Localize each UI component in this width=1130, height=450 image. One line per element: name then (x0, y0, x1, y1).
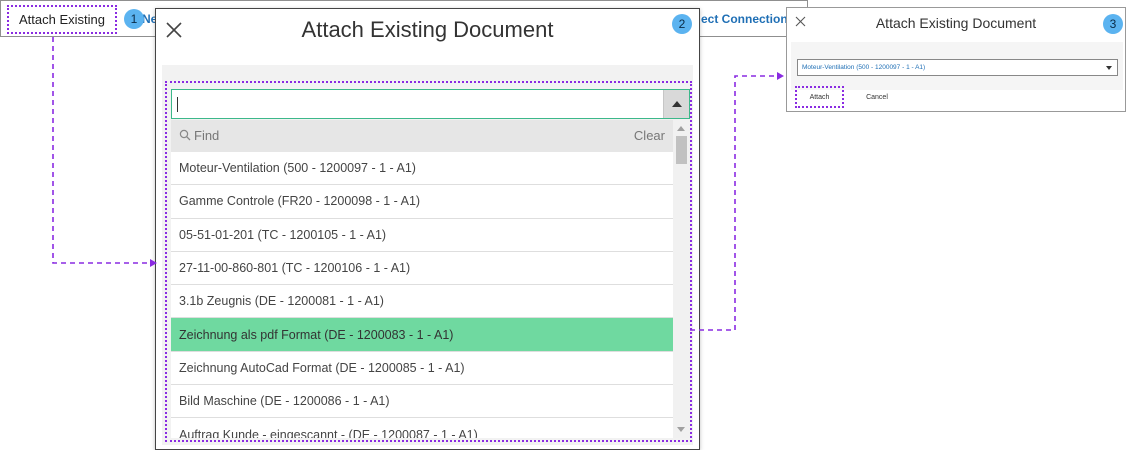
list-item[interactable]: Gamme Controle (FR20 - 1200098 - 1 - A1) (171, 185, 673, 219)
step-badge-3: 3 (1103, 14, 1123, 34)
attach-existing-dialog: Attach Existing Document Find Clear Mote… (155, 8, 700, 450)
combo-toggle-button[interactable] (663, 90, 689, 118)
chevron-down-icon (1106, 66, 1112, 70)
list-item[interactable]: Auftrag Kunde - eingescannt - (DE - 1200… (171, 418, 673, 438)
list-scrollbar[interactable] (673, 120, 690, 438)
connections-link[interactable]: ect Connections (701, 12, 791, 26)
find-row[interactable]: Find Clear (171, 120, 673, 152)
find-input[interactable]: Find (194, 128, 219, 143)
list-item-selected[interactable]: Zeichnung als pdf Format (DE - 1200083 -… (171, 318, 673, 352)
search-icon (179, 129, 191, 141)
scroll-down-icon[interactable] (677, 427, 685, 432)
step-badge-1: 1 (124, 9, 144, 29)
list-item[interactable]: Zeichnung AutoCad Format (DE - 1200085 -… (171, 352, 673, 386)
attach-existing-button[interactable]: Attach Existing (7, 5, 117, 34)
mini-dialog-title: Attach Existing Document (875, 15, 1037, 31)
document-combobox[interactable] (171, 89, 690, 119)
connector-arrow-2 (690, 75, 777, 331)
step-badge-2: 2 (672, 14, 692, 34)
list-item[interactable]: Bild Maschine (DE - 1200086 - 1 - A1) (171, 385, 673, 419)
chevron-up-icon (672, 101, 682, 107)
list-item[interactable]: Moteur-Ventilation (500 - 1200097 - 1 - … (171, 152, 673, 186)
document-dropdown-list: Find Clear Moteur-Ventilation (500 - 120… (171, 120, 690, 438)
list-item[interactable]: 05-51-01-201 (TC - 1200105 - 1 - A1) (171, 219, 673, 252)
tutorial-composite: Attach Existing Ne ect Connections 1 Att… (0, 0, 1130, 450)
list-item[interactable]: 27-11-00-860-801 (TC - 1200106 - 1 - A1) (171, 252, 673, 286)
dialog-title: Attach Existing Document (301, 17, 554, 42)
scroll-up-icon[interactable] (677, 126, 685, 131)
clear-button[interactable]: Clear (634, 128, 665, 143)
scroll-thumb[interactable] (676, 136, 687, 164)
connector-arrow-1 (52, 37, 150, 264)
document-items: Moteur-Ventilation (500 - 1200097 - 1 - … (171, 152, 673, 438)
attach-button[interactable]: Attach (795, 86, 844, 108)
text-caret (177, 97, 178, 112)
list-item[interactable]: 3.1b Zeugnis (DE - 1200081 - 1 - A1) (171, 285, 673, 319)
mini-document-combobox[interactable]: Moteur-Ventilation (500 - 1200097 - 1 - … (797, 59, 1118, 76)
arrowhead-icon (777, 72, 784, 80)
cancel-button[interactable]: Cancel (853, 86, 901, 108)
mini-combo-value: Moteur-Ventilation (500 - 1200097 - 1 - … (802, 64, 926, 71)
